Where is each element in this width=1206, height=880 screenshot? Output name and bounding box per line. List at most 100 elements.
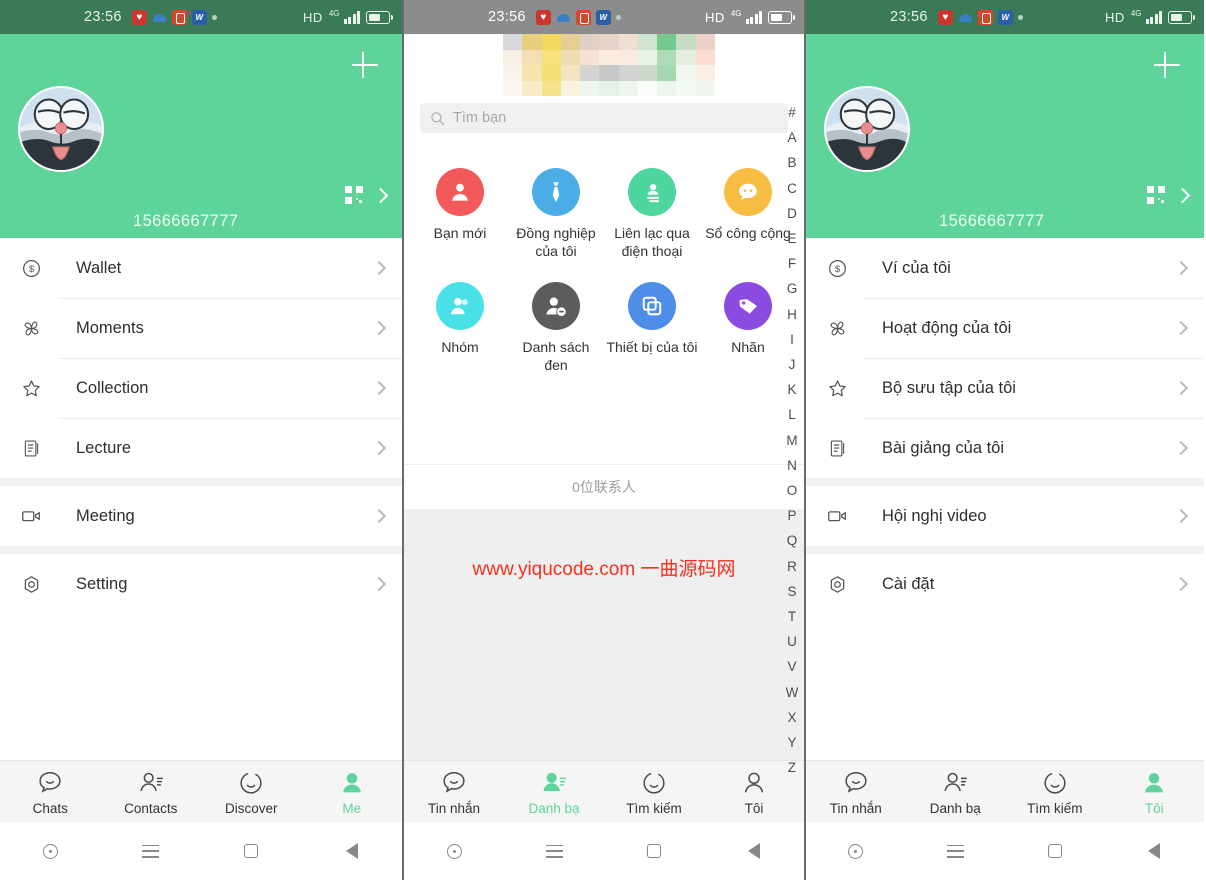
nav-home-button[interactable]: [201, 844, 302, 858]
alpha-index-letter[interactable]: H: [787, 302, 797, 327]
avatar[interactable]: [824, 86, 910, 172]
mosaic-tile: [599, 80, 619, 96]
alpha-index-letter[interactable]: A: [787, 125, 796, 150]
contact-shortcut[interactable]: Liên lạc qua điện thoại: [604, 168, 700, 260]
alpha-index-letter[interactable]: O: [787, 478, 798, 503]
tab-bar[interactable]: Tin nhắn Danh bạ Tìm kiếm Tôi: [404, 760, 804, 822]
android-nav-bar[interactable]: [404, 822, 804, 880]
alpha-index-letter[interactable]: G: [787, 276, 798, 301]
alpha-index-letter[interactable]: N: [787, 453, 797, 478]
menu-item[interactable]: Lecture: [0, 418, 402, 478]
contact-shortcut[interactable]: Thiết bị của tôi: [604, 282, 700, 374]
orange-app-icon: [171, 9, 187, 25]
tab-danh-bạ[interactable]: Danh bạ: [906, 768, 1006, 816]
menu-item[interactable]: Meeting: [0, 486, 402, 546]
nav-back-button[interactable]: [302, 843, 403, 859]
avatar[interactable]: [18, 86, 104, 172]
android-nav-bar[interactable]: [0, 822, 402, 880]
alpha-index-letter[interactable]: E: [787, 226, 796, 251]
chevron-right-icon[interactable]: [1174, 187, 1191, 203]
alpha-index-letter[interactable]: D: [787, 201, 797, 226]
menu-item[interactable]: $ Ví của tôi: [806, 238, 1204, 298]
alpha-index-letter[interactable]: I: [790, 327, 794, 352]
nav-home-button[interactable]: [1005, 844, 1105, 858]
alpha-index-letter[interactable]: P: [787, 503, 796, 528]
alpha-index-letter[interactable]: Z: [788, 755, 796, 780]
dollar-circle-icon: $: [18, 258, 44, 279]
add-button[interactable]: [350, 50, 380, 80]
menu-item[interactable]: Bộ sưu tập của tôi: [806, 358, 1204, 418]
alpha-index-letter[interactable]: J: [789, 352, 796, 377]
alpha-index-letter[interactable]: Q: [787, 528, 798, 553]
cartoon-cat-avatar-art: [826, 88, 908, 170]
alpha-index-letter[interactable]: S: [787, 579, 796, 604]
alpha-index-letter[interactable]: M: [786, 428, 797, 453]
nav-back-button[interactable]: [1105, 843, 1205, 859]
qr-and-chevron[interactable]: [1147, 186, 1191, 204]
search-input[interactable]: Tìm bạn: [420, 103, 788, 133]
qr-code-icon[interactable]: [345, 186, 363, 204]
menu-item[interactable]: Setting: [0, 554, 402, 614]
alpha-index-letter[interactable]: X: [787, 705, 796, 730]
chevron-right-icon: [371, 260, 387, 276]
alpha-index-letter[interactable]: R: [787, 554, 797, 579]
tab-contacts[interactable]: Contacts: [101, 768, 202, 816]
qr-and-chevron[interactable]: [345, 186, 389, 204]
tab-bar[interactable]: Chats Contacts Discover Me: [0, 760, 402, 822]
status-app-icons: [937, 9, 1023, 25]
nav-menu-button[interactable]: [101, 844, 202, 858]
contact-shortcut-label: Thiết bị của tôi: [606, 339, 698, 355]
alpha-index-letter[interactable]: W: [786, 680, 799, 705]
tab-discover[interactable]: Discover: [201, 768, 302, 816]
tab-danh-bạ[interactable]: Danh bạ: [504, 768, 604, 816]
alpha-index-letter[interactable]: T: [788, 604, 796, 629]
menu-item[interactable]: Collection: [0, 358, 402, 418]
alpha-index-letter[interactable]: L: [788, 402, 796, 427]
nav-home-button[interactable]: [604, 844, 704, 858]
status-bar-left: 23:56: [488, 9, 621, 25]
tab-tìm-kiếm[interactable]: Tìm kiếm: [1005, 768, 1105, 816]
alpha-index-letter[interactable]: #: [788, 100, 796, 125]
alpha-index-letter[interactable]: C: [787, 176, 797, 201]
alpha-index-letter[interactable]: U: [787, 629, 797, 654]
tab-bar[interactable]: Tin nhắn Danh bạ Tìm kiếm Tôi: [806, 760, 1204, 822]
menu-item[interactable]: Bài giảng của tôi: [806, 418, 1204, 478]
nav-assistant-button[interactable]: [404, 843, 504, 859]
mosaic-tile: [599, 34, 619, 50]
menu-item[interactable]: Cài đặt: [806, 554, 1204, 614]
tab-tin-nhắn[interactable]: Tin nhắn: [806, 768, 906, 816]
qr-code-icon[interactable]: [1147, 186, 1165, 204]
alpha-index-letter[interactable]: B: [787, 150, 796, 175]
nav-assistant-button[interactable]: [0, 843, 101, 859]
nav-menu-button[interactable]: [906, 844, 1006, 858]
tab-tôi[interactable]: Tôi: [1105, 768, 1205, 816]
nav-menu-button[interactable]: [504, 844, 604, 858]
necktie-icon: [532, 168, 580, 216]
menu-item[interactable]: $ Wallet: [0, 238, 402, 298]
nav-back-button[interactable]: [704, 843, 804, 859]
contact-shortcut[interactable]: Danh sách đen: [508, 282, 604, 374]
menu-item[interactable]: Hội nghị video: [806, 486, 1204, 546]
contact-shortcut[interactable]: Nhóm: [412, 282, 508, 374]
tab-tin-nhắn[interactable]: Tin nhắn: [404, 768, 504, 816]
contact-shortcut[interactable]: Bạn mới: [412, 168, 508, 260]
menu-item[interactable]: Moments: [0, 298, 402, 358]
alpha-index-letter[interactable]: V: [787, 654, 796, 679]
contact-shortcut[interactable]: Sổ công cộng: [700, 168, 796, 260]
contact-shortcut[interactable]: Nhãn: [700, 282, 796, 374]
tab-me[interactable]: Me: [302, 768, 403, 816]
contact-shortcut[interactable]: Đồng nghiệp của tôi: [508, 168, 604, 260]
alphabet-index[interactable]: # A B C D E F G H I J K L M N O P Q R S T U V W X Y Z: [784, 100, 800, 780]
add-button[interactable]: [1152, 50, 1182, 80]
chevron-right-icon[interactable]: [372, 187, 389, 203]
menu-item[interactable]: Hoạt động của tôi: [806, 298, 1204, 358]
battery-icon: [1168, 10, 1195, 24]
nav-assistant-button[interactable]: [806, 843, 906, 859]
tab-tìm-kiếm[interactable]: Tìm kiếm: [604, 768, 704, 816]
alpha-index-letter[interactable]: F: [788, 251, 796, 276]
tab-label: Tin nhắn: [427, 800, 481, 816]
tab-chats[interactable]: Chats: [0, 768, 101, 816]
android-nav-bar[interactable]: [806, 822, 1204, 880]
alpha-index-letter[interactable]: K: [787, 377, 796, 402]
alpha-index-letter[interactable]: Y: [787, 730, 796, 755]
